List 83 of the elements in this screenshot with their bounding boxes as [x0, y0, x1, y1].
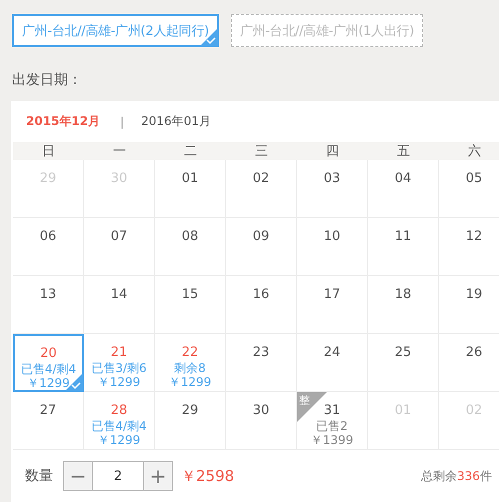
day-number: 15: [182, 287, 198, 303]
day-number: 29: [182, 403, 198, 419]
weekday-header: 六: [467, 143, 482, 160]
day-number: 18: [394, 287, 412, 303]
day-number: 24: [324, 345, 340, 361]
day-number: 25: [394, 345, 412, 361]
day-number: 19: [466, 287, 482, 303]
day-number: 06: [40, 229, 56, 245]
total-price: ￥2598: [181, 466, 234, 486]
day-number: 08: [182, 229, 198, 245]
calendar-day[interactable]: 整 31 已售2 ￥1399: [297, 392, 368, 450]
calendar-day[interactable]: 19: [439, 276, 499, 334]
calendar-day[interactable]: 26: [439, 334, 499, 392]
calendar-day[interactable]: 05: [439, 160, 499, 218]
calendar-day[interactable]: 14: [84, 276, 155, 334]
badge-label: 整: [299, 393, 310, 408]
calendar-day[interactable]: 10: [297, 218, 368, 276]
quantity-field[interactable]: 2: [93, 461, 143, 491]
calendar-day[interactable]: 29: [155, 392, 226, 450]
calendar-day[interactable]: 03: [297, 160, 368, 218]
day-number: 14: [110, 287, 128, 303]
day-price: ￥1299: [168, 375, 212, 389]
remaining-stock: 总剩余336件: [421, 468, 492, 484]
weekday-header: 四: [325, 143, 340, 160]
day-number: 09: [252, 229, 270, 245]
day-number: 04: [394, 171, 412, 187]
calendar-day[interactable]: 04: [368, 160, 439, 218]
day-number: 02: [252, 171, 270, 187]
calendar-day[interactable]: 01: [155, 160, 226, 218]
day-number: 12: [466, 229, 482, 245]
calendar-day[interactable]: 12: [439, 218, 499, 276]
calendar-day[interactable]: 16: [226, 276, 297, 334]
weekday-header: 五: [396, 143, 411, 160]
calendar-day[interactable]: 06: [13, 218, 84, 276]
departure-date-label: 出发日期：: [12, 71, 83, 90]
weekday-header: 三: [254, 143, 269, 160]
calendar-day[interactable]: 23: [226, 334, 297, 392]
day-number: 23: [252, 345, 270, 361]
calendar-day[interactable]: 17: [297, 276, 368, 334]
day-number: 05: [466, 171, 482, 187]
day-number: 16: [252, 287, 270, 303]
day-number: 26: [466, 345, 482, 361]
day-number: 03: [324, 171, 340, 187]
weekday-header: 一: [112, 143, 127, 160]
day-number: 20: [40, 346, 57, 362]
calendar-day[interactable]: 02: [226, 160, 297, 218]
day-number: 01: [182, 171, 198, 187]
day-price: ￥1299: [27, 376, 70, 390]
day-number: 07: [110, 229, 128, 245]
day-number: 17: [324, 287, 340, 303]
stock-status: 已售4/剩4: [20, 362, 76, 376]
calendar-day[interactable]: 18: [368, 276, 439, 334]
calendar-day[interactable]: 13: [13, 276, 84, 334]
day-price: ￥1299: [98, 375, 140, 389]
calendar-day[interactable]: 08: [155, 218, 226, 276]
stock-status: 已售3/剩6: [91, 361, 147, 375]
month-separator: |: [120, 114, 124, 128]
weekday-header: 日: [41, 143, 56, 160]
day-number: 22: [182, 345, 198, 361]
day-price: ￥1299: [98, 433, 140, 447]
calendar-day[interactable]: 07: [84, 218, 155, 276]
day-number: 10: [324, 229, 340, 245]
calendar-day[interactable]: 15: [155, 276, 226, 334]
stock-status: 剩余8: [174, 361, 206, 375]
day-number: 27: [40, 403, 56, 419]
decrease-button[interactable]: −: [63, 461, 93, 491]
month-tab[interactable]: 2016年01月: [141, 113, 211, 130]
calendar-day[interactable]: 27: [13, 392, 84, 450]
stock-status: 已售4/剩4: [91, 419, 147, 433]
day-number: 31: [324, 403, 340, 419]
day-number: 13: [40, 287, 56, 303]
day-price: ￥1399: [310, 433, 354, 447]
quantity-label: 数量: [25, 467, 53, 485]
day-number: 30: [252, 403, 270, 419]
day-number: 21: [110, 345, 128, 361]
calendar-day[interactable]: 25: [368, 334, 439, 392]
increase-button[interactable]: +: [143, 461, 173, 491]
weekday-header: 二: [183, 143, 198, 160]
day-number: 11: [394, 229, 412, 245]
calendar-day[interactable]: 09: [226, 218, 297, 276]
day-number: 28: [110, 403, 128, 419]
calendar-day[interactable]: 11: [368, 218, 439, 276]
stock-status: 已售2: [316, 419, 348, 433]
